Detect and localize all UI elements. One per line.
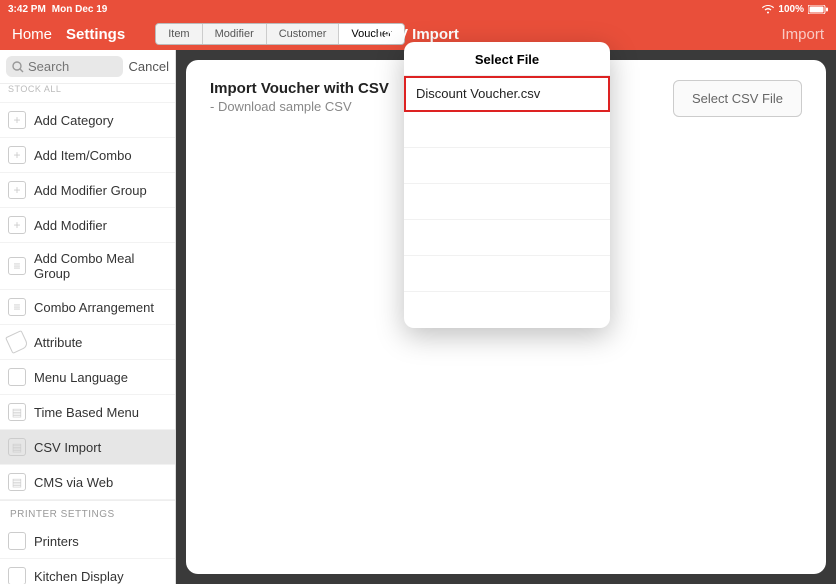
sidebar-item-csv-import[interactable]: CSV Import [0, 430, 175, 465]
plus-icon [8, 216, 26, 234]
sidebar-item-add-combo-meal-group[interactable]: Add Combo Meal Group [0, 243, 175, 290]
list-icon [8, 298, 26, 316]
sidebar: Cancel STOCK ALL Add Category Add Item/C… [0, 50, 176, 584]
nav-settings[interactable]: Settings [66, 26, 125, 43]
web-icon [8, 473, 26, 491]
status-time: 3:42 PM [8, 4, 46, 15]
sidebar-item-time-based-menu[interactable]: Time Based Menu [0, 395, 175, 430]
status-date: Mon Dec 19 [52, 4, 108, 15]
sidebar-item-label: Kitchen Display [34, 569, 124, 584]
file-row-empty [404, 112, 610, 148]
page-title: CSV Import [377, 26, 459, 43]
file-row-discount-voucher[interactable]: Discount Voucher.csv [404, 76, 610, 112]
sidebar-section-truncated: STOCK ALL [0, 84, 175, 103]
plus-icon [8, 111, 26, 129]
clipboard-icon [8, 403, 26, 421]
search-row: Cancel [0, 50, 175, 84]
popover-title: Select File [404, 42, 610, 76]
battery-icon [808, 5, 828, 14]
sidebar-item-combo-arrangement[interactable]: Combo Arrangement [0, 290, 175, 325]
status-battery-pct: 100% [778, 4, 804, 15]
sidebar-item-label: Printers [34, 534, 79, 549]
printer-icon [8, 532, 26, 550]
sidebar-item-label: CMS via Web [34, 475, 113, 490]
sidebar-item-label: CSV Import [34, 440, 101, 455]
sidebar-item-label: Add Category [34, 113, 114, 128]
sidebar-item-label: Menu Language [34, 370, 128, 385]
file-row-empty [404, 292, 610, 328]
sidebar-item-label: Time Based Menu [34, 405, 139, 420]
sidebar-item-label: Add Modifier Group [34, 183, 147, 198]
sidebar-item-add-category[interactable]: Add Category [0, 103, 175, 138]
plus-icon [8, 146, 26, 164]
status-bar: 3:42 PM Mon Dec 19 100% [0, 0, 836, 18]
sidebar-item-label: Add Combo Meal Group [34, 251, 167, 281]
tag-icon [5, 330, 29, 354]
tab-customer[interactable]: Customer [267, 24, 340, 44]
sidebar-item-add-modifier[interactable]: Add Modifier [0, 208, 175, 243]
search-icon [12, 61, 24, 73]
sidebar-item-add-modifier-group[interactable]: Add Modifier Group [0, 173, 175, 208]
search-box[interactable] [6, 56, 123, 77]
sidebar-item-menu-language[interactable]: Menu Language [0, 360, 175, 395]
nav-import-button[interactable]: Import [781, 26, 824, 43]
tab-modifier[interactable]: Modifier [203, 24, 267, 44]
display-icon [8, 567, 26, 584]
tab-item[interactable]: Item [156, 24, 202, 44]
sidebar-item-label: Add Modifier [34, 218, 107, 233]
file-row-empty [404, 148, 610, 184]
sidebar-item-label: Add Item/Combo [34, 148, 132, 163]
file-row-empty [404, 220, 610, 256]
sidebar-item-kitchen-display[interactable]: Kitchen Display [0, 559, 175, 584]
file-row-empty [404, 256, 610, 292]
sidebar-item-add-item-combo[interactable]: Add Item/Combo [0, 138, 175, 173]
search-cancel[interactable]: Cancel [129, 59, 169, 74]
search-input[interactable] [28, 59, 117, 74]
sidebar-section-printer: PRINTER SETTINGS [0, 501, 175, 524]
document-icon [8, 438, 26, 456]
file-row-empty [404, 184, 610, 220]
select-file-popover: Select File Discount Voucher.csv [404, 42, 610, 328]
select-csv-button[interactable]: Select CSV File [673, 80, 802, 117]
language-icon [8, 368, 26, 386]
sidebar-item-attribute[interactable]: Attribute [0, 325, 175, 360]
nav-home[interactable]: Home [12, 26, 52, 43]
sidebar-item-printers[interactable]: Printers [0, 524, 175, 559]
sidebar-item-label: Combo Arrangement [34, 300, 154, 315]
sidebar-item-label: Attribute [34, 335, 82, 350]
sidebar-item-cms-via-web[interactable]: CMS via Web [0, 465, 175, 500]
wifi-icon [762, 5, 774, 14]
import-type-segmented: Item Modifier Customer Voucher [155, 23, 405, 45]
list-icon [8, 257, 26, 275]
plus-icon [8, 181, 26, 199]
